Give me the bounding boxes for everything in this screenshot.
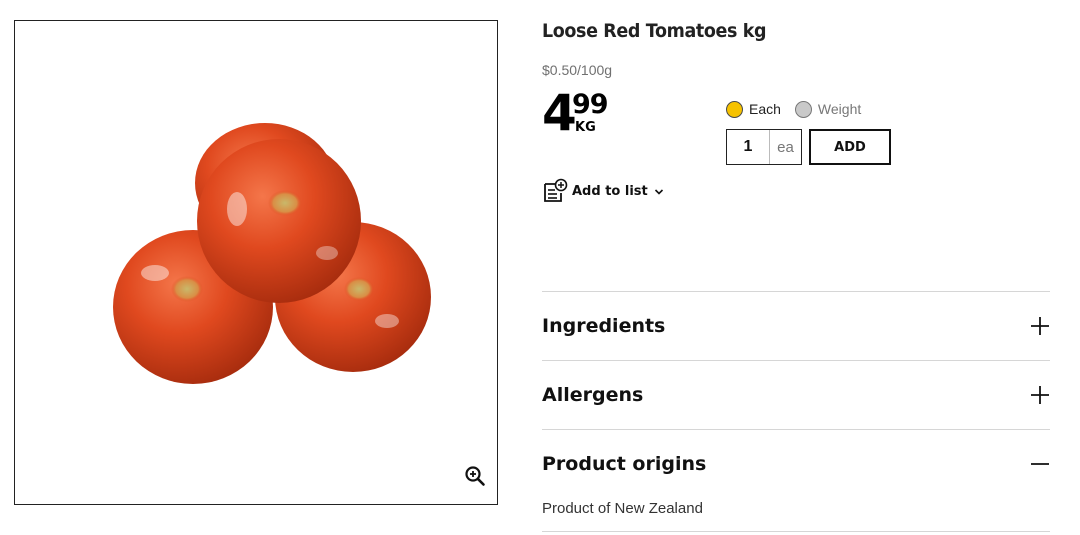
accordion-item-product-origins: Product origins Product of New Zealand — [542, 429, 1050, 532]
product-details: Loose Red Tomatoes kg $0.50/100g 4 99 KG… — [542, 0, 1050, 535]
product-origins-content: Product of New Zealand — [542, 498, 1050, 532]
add-to-list-label: Add to list — [572, 183, 648, 199]
add-to-cart-button[interactable]: ADD — [809, 129, 891, 165]
unit-price: $0.50/100g — [542, 62, 613, 78]
plus-icon[interactable] — [1030, 385, 1050, 405]
accordion-header-allergens[interactable]: Allergens — [542, 361, 1050, 429]
add-to-list-button[interactable]: Add to list — [542, 178, 665, 204]
sell-by-radio-group: Each Weight — [726, 99, 875, 119]
quantity-stepper: ea — [726, 129, 802, 165]
radio-each-indicator[interactable] — [726, 100, 743, 118]
add-to-list-icon — [544, 178, 568, 202]
radio-each-label: Each — [749, 101, 781, 117]
radio-weight-indicator[interactable] — [794, 100, 812, 118]
plus-icon[interactable] — [1030, 316, 1050, 336]
chevron-down-icon — [654, 189, 663, 195]
accordion-header-product-origins[interactable]: Product origins — [542, 430, 1050, 498]
quantity-unit: ea — [777, 138, 794, 156]
price: 4 99 KG — [542, 86, 652, 140]
price-dollars: 4 — [542, 84, 577, 142]
accordion-item-ingredients: Ingredients — [542, 291, 1050, 360]
product-image-frame — [14, 20, 498, 505]
zoom-in-icon[interactable] — [464, 465, 486, 487]
price-cents: 99 — [572, 89, 609, 120]
product-image — [113, 123, 431, 384]
radio-each[interactable]: Each — [726, 100, 781, 118]
accordion-header-ingredients[interactable]: Ingredients — [542, 292, 1050, 360]
radio-weight-label: Weight — [817, 101, 862, 117]
quantity-input[interactable] — [727, 130, 770, 164]
product-info-accordion: Ingredients Allergens Product origins Pr… — [542, 291, 1050, 532]
accordion-item-allergens: Allergens — [542, 360, 1050, 429]
radio-weight[interactable]: Weight — [794, 100, 862, 118]
minus-icon[interactable] — [1030, 454, 1050, 474]
price-unit: KG — [575, 120, 596, 135]
accordion-title: Product origins — [542, 453, 707, 475]
product-title: Loose Red Tomatoes kg — [542, 20, 767, 42]
accordion-title: Ingredients — [542, 315, 666, 337]
accordion-title: Allergens — [542, 384, 644, 406]
